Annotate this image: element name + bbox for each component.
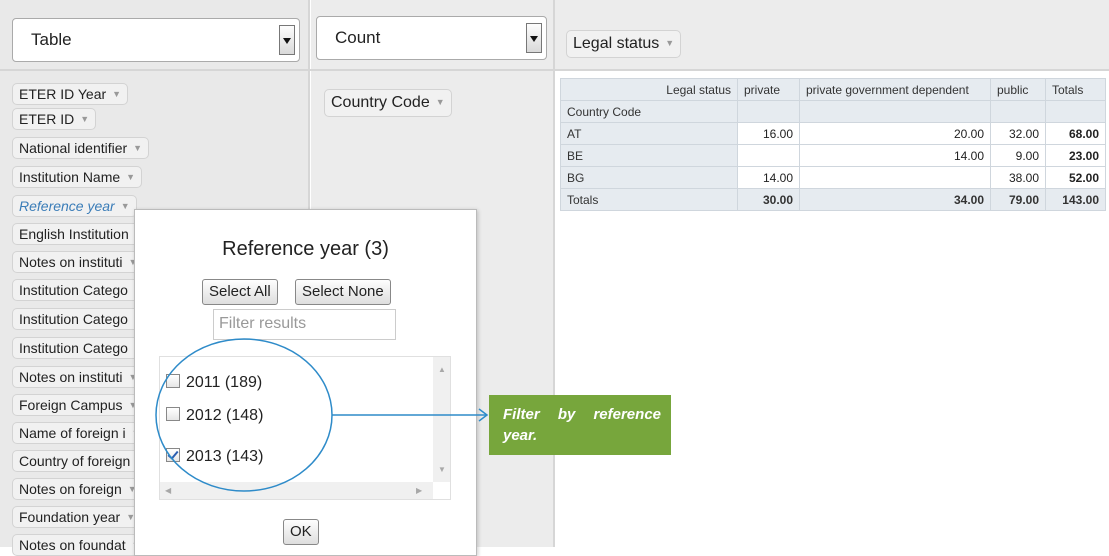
annotation-callout: Filter by reference year.	[489, 395, 671, 455]
annotation-overlay	[155, 338, 489, 492]
callout-text: by	[557, 406, 576, 423]
highlight-ellipse	[155, 338, 333, 492]
callout-text: Filter	[503, 406, 540, 423]
callout-text: year.	[503, 427, 538, 444]
callout-text: reference	[593, 406, 661, 423]
